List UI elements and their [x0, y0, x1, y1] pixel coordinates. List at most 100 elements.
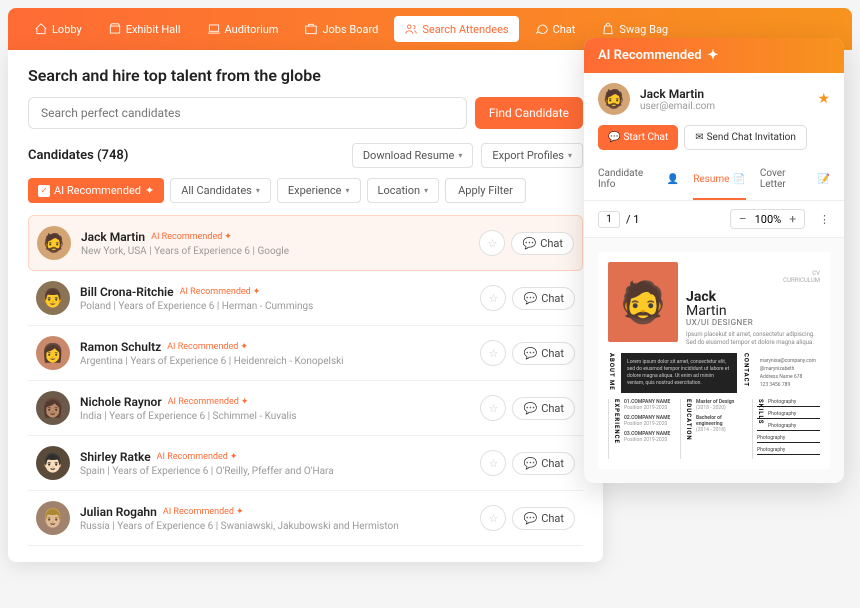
candidate-name: Shirley Ratke [80, 450, 151, 464]
search-input[interactable] [28, 97, 467, 129]
chevron-down-icon: ▾ [424, 186, 428, 195]
resume-bio: Ipsum placekut sit amet, consectetur adi… [686, 331, 820, 347]
export-profiles-dropdown[interactable]: Export Profiles▾ [481, 143, 583, 168]
avatar: 👨 [36, 281, 70, 315]
apply-filter-button[interactable]: Apply Filter [445, 178, 526, 203]
profile-avatar: 🧔 [598, 83, 630, 115]
candidate-name: Jack Martin [81, 230, 145, 244]
location-dropdown[interactable]: Location▾ [367, 178, 440, 203]
chat-button[interactable]: 💬Chat [512, 397, 575, 420]
zoom-out-button[interactable]: – [737, 212, 749, 226]
favorite-star-button[interactable]: ★ [817, 91, 830, 107]
bag-icon [601, 22, 615, 36]
candidate-name: Bill Crona-Ritchie [80, 285, 174, 299]
ai-recommended-tag: AI Recommended ✦ [163, 507, 244, 517]
avatar: 👨🏼 [36, 501, 70, 535]
chevron-down-icon: ▾ [256, 186, 260, 195]
chat-button[interactable]: 💬Chat [511, 232, 574, 255]
sparkle-icon: ✦ [240, 342, 248, 352]
ai-recommended-header: AI Recommended✦ [584, 38, 844, 73]
experience-dropdown[interactable]: Experience▾ [277, 178, 361, 203]
candidate-name: Nichole Raynor [80, 395, 162, 409]
sparkle-icon: ✦ [253, 287, 261, 297]
favorite-button[interactable]: ☆ [480, 285, 506, 311]
nav-search-attendees[interactable]: Search Attendees [394, 16, 518, 42]
ai-recommended-tag: AI Recommended ✦ [168, 397, 249, 407]
users-icon [404, 22, 418, 36]
sparkle-icon: ✦ [224, 232, 232, 242]
sparkle-icon: ✦ [236, 507, 244, 517]
resume-contact: marynixa@company.com @marynizabeth Addre… [756, 353, 820, 393]
avatar: 🧔 [37, 226, 71, 260]
tab-candidate-info[interactable]: Candidate Info👤 [598, 160, 679, 200]
candidate-row[interactable]: 👨🏼 Julian Rogahn AI Recommended ✦ Russia… [28, 491, 583, 546]
chat-icon: 💬 [523, 457, 537, 470]
resume-last-name: Martin [686, 304, 820, 318]
profile-email: user@email.com [640, 101, 715, 112]
favorite-button[interactable]: ☆ [480, 450, 506, 476]
ai-recommended-tag: AI Recommended ✦ [151, 232, 232, 242]
start-chat-button[interactable]: 💬Start Chat [598, 125, 678, 150]
ai-recommended-tag: AI Recommended ✦ [167, 342, 248, 352]
chat-icon: 💬 [608, 132, 620, 143]
nav-jobs[interactable]: Jobs Board [294, 16, 388, 42]
chevron-down-icon: ▾ [346, 186, 350, 195]
favorite-button[interactable]: ☆ [480, 505, 506, 531]
storefront-icon [108, 22, 122, 36]
zoom-in-button[interactable]: + [787, 212, 798, 226]
download-resume-dropdown[interactable]: Download Resume▾ [352, 143, 474, 168]
home-icon [34, 22, 48, 36]
tab-resume[interactable]: Resume📄 [693, 160, 746, 200]
chat-button[interactable]: 💬Chat [512, 287, 575, 310]
contact-label: CONTACT [743, 353, 750, 393]
candidate-row[interactable]: 👨🏻 Shirley Ratke AI Recommended ✦ Spain … [28, 436, 583, 491]
chevron-down-icon: ▾ [458, 151, 462, 160]
profile-name: Jack Martin [640, 87, 715, 101]
pdf-page-input[interactable] [598, 211, 620, 228]
chat-icon [535, 22, 549, 36]
pdf-page-total: / 1 [626, 213, 639, 226]
chat-icon: 💬 [522, 237, 536, 250]
favorite-button[interactable]: ☆ [480, 395, 506, 421]
chat-icon: 💬 [523, 512, 537, 525]
nav-lobby[interactable]: Lobby [24, 16, 92, 42]
chevron-down-icon: ▾ [568, 151, 572, 160]
sparkle-icon: ✦ [145, 184, 154, 197]
tab-cover-letter[interactable]: Cover Letter📝 [760, 160, 830, 200]
laptop-icon [207, 22, 221, 36]
resume-preview: 🧔 CVCURRICULUM Jack Martin UX/UI DESIGNE… [584, 238, 844, 483]
candidate-meta: Spain | Years of Experience 6 | O'Reilly… [80, 466, 470, 477]
candidate-detail-panel: AI Recommended✦ 🧔 Jack Martin user@email… [584, 38, 844, 483]
candidate-name: Julian Rogahn [80, 505, 157, 519]
chat-button[interactable]: 💬Chat [512, 342, 575, 365]
resume-role: UX/UI DESIGNER [686, 318, 820, 327]
favorite-button[interactable]: ☆ [479, 230, 505, 256]
candidate-row[interactable]: 👨 Bill Crona-Ritchie AI Recommended ✦ Po… [28, 271, 583, 326]
candidate-row[interactable]: 🧔 Jack Martin AI Recommended ✦ New York,… [28, 215, 583, 271]
ai-recommended-filter[interactable]: ✓AI Recommended✦ [28, 178, 164, 203]
nav-auditorium[interactable]: Auditorium [197, 16, 289, 42]
ai-recommended-tag: AI Recommended ✦ [157, 452, 238, 462]
candidate-meta: Poland | Years of Experience 6 | Herman … [80, 301, 470, 312]
favorite-button[interactable]: ☆ [480, 340, 506, 366]
chat-icon: 💬 [523, 347, 537, 360]
candidates-count: Candidates (748) [28, 148, 128, 163]
candidate-meta: Argentina | Years of Experience 6 | Heid… [80, 356, 470, 367]
candidate-row[interactable]: 👩🏽 Nichole Raynor AI Recommended ✦ India… [28, 381, 583, 436]
chat-button[interactable]: 💬Chat [512, 452, 575, 475]
nav-chat[interactable]: Chat [525, 16, 586, 42]
find-candidate-button[interactable]: Find Candidate [475, 97, 583, 129]
all-candidates-dropdown[interactable]: All Candidates▾ [170, 178, 271, 203]
letter-icon: 📝 [818, 174, 830, 185]
chat-icon: 💬 [523, 292, 537, 305]
candidate-row[interactable]: 👩 Ramon Schultz AI Recommended ✦ Argenti… [28, 326, 583, 381]
nav-exhibit[interactable]: Exhibit Hall [98, 16, 191, 42]
candidate-meta: New York, USA | Years of Experience 6 | … [81, 246, 469, 257]
pdf-menu-button[interactable]: ⋮ [819, 213, 830, 226]
check-icon: ✓ [38, 185, 50, 197]
about-label: ABOUT ME [608, 353, 615, 393]
chat-button[interactable]: 💬Chat [512, 507, 575, 530]
zoom-level: 100% [755, 213, 782, 226]
main-content: Search and hire top talent from the glob… [8, 50, 603, 562]
send-invitation-button[interactable]: ✉Send Chat Invitation [684, 125, 807, 150]
